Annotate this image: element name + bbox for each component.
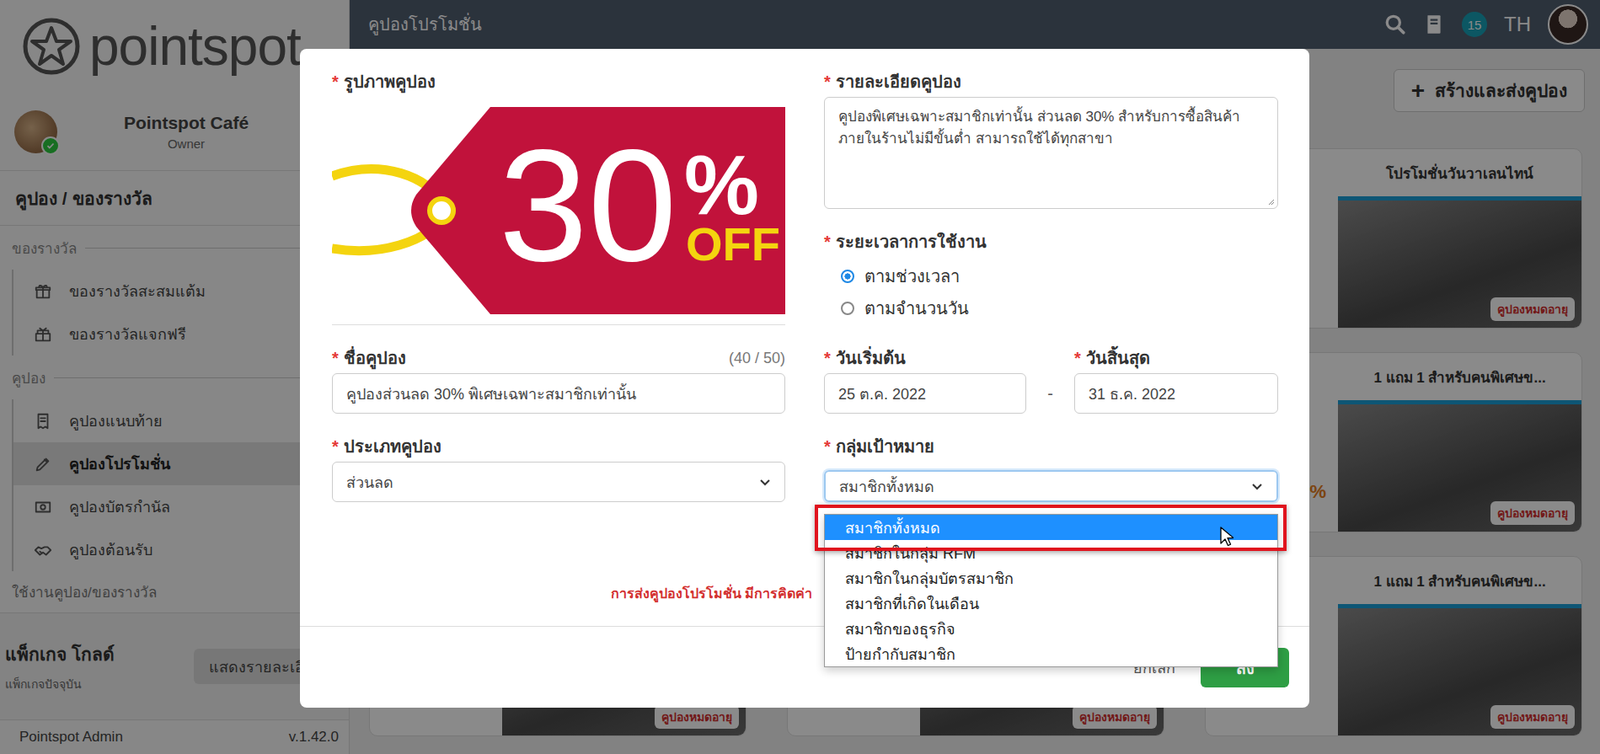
field-label: *วันสิ้นสุด — [1074, 348, 1279, 368]
target-field: *กลุ่มเป้าหมายสมาชิกทั้งหมดสมาชิกทั้งหมด… — [824, 437, 1279, 503]
coupon-image[interactable]: 30%OFF — [331, 107, 786, 315]
dropdown-option[interactable]: สมาชิกในกลุ่ม RFM — [824, 540, 1278, 566]
svg-text:OFF: OFF — [685, 217, 781, 271]
radio-circle — [840, 269, 855, 284]
date-separator: - — [1026, 373, 1075, 414]
radio-label: ตามจำนวนวัน — [864, 294, 969, 322]
char-counter: (40 / 50) — [728, 348, 786, 368]
dropdown-option[interactable]: สมาชิกทั้งหมด — [824, 514, 1278, 541]
field-label: *กลุ่มเป้าหมาย — [824, 437, 1279, 456]
name-field: *ชื่อคูปอง(40 / 50) คูปองส่วนลด 30% พิเศษ… — [331, 348, 786, 414]
period-radio-group: ตามช่วงเวลาตามจำนวนวัน — [824, 262, 1279, 322]
radio-label: ตามช่วงเวลา — [864, 262, 960, 290]
mouse-cursor-icon — [1220, 526, 1234, 547]
image-divider — [331, 324, 786, 326]
svg-text:30: 30 — [498, 115, 677, 295]
right-column: *รายละเอียดคูปองคูปองพิเศษเฉพาะสมาชิกเท่… — [824, 72, 1279, 503]
type-select[interactable]: ส่วนลด — [331, 461, 786, 503]
dropdown-option[interactable]: สมาชิกของธุรกิจ — [824, 615, 1278, 642]
field-label: *วันเริ่มต้น — [824, 348, 1027, 368]
field-label: *ประเภทคูปอง — [331, 437, 786, 456]
start-date-input[interactable]: 25 ต.ค. 2022 — [824, 373, 1027, 414]
highlight-box — [814, 504, 1287, 552]
app-root: pointspotPointspot CaféOwnerคูปอง / ของร… — [0, 0, 1600, 754]
name-input[interactable]: คูปองส่วนลด 30% พิเศษเฉพาะสมาชิกเท่านั้น — [331, 373, 786, 414]
dropdown-option[interactable]: ป้ายกำกับสมาชิก — [824, 641, 1278, 667]
left-column: *รูปภาพคูปอง 30%OFF *ชื่อคูปอง(40 / 50) คูป… — [331, 72, 786, 503]
radio-circle — [840, 301, 855, 316]
type-field: *ประเภทคูปองส่วนลด — [331, 437, 786, 503]
field-label: *รูปภาพคูปอง — [331, 72, 786, 91]
coupon-dialog: *รูปภาพคูปอง 30%OFF *ชื่อคูปอง(40 / 50) คูป… — [299, 48, 1310, 708]
end-date-field: *วันสิ้นสุด 31 ธ.ค. 2022 — [1074, 348, 1279, 414]
discount-tag-icon: 30%OFF — [331, 107, 786, 315]
target-select-wrap: สมาชิกทั้งหมดสมาชิกทั้งหมดสมาชิกในกลุ่ม … — [824, 470, 1279, 503]
target-select[interactable]: สมาชิกทั้งหมด — [824, 470, 1279, 503]
dialog-body: *รูปภาพคูปอง 30%OFF *ชื่อคูปอง(40 / 50) คูป… — [299, 48, 1310, 503]
field-label: *ระยะเวลาการใช้งาน — [824, 232, 1279, 252]
radio-option[interactable]: ตามช่วงเวลา — [824, 262, 1279, 290]
chevron-down-icon — [759, 476, 771, 488]
resize-handle-icon[interactable] — [1266, 197, 1275, 206]
start-date-field: *วันเริ่มต้น 25 ต.ค. 2022 — [824, 348, 1027, 414]
end-date-input[interactable]: 31 ธ.ค. 2022 — [1074, 373, 1279, 414]
dropdown-option[interactable]: สมาชิกในกลุ่มบัตรสมาชิก — [824, 565, 1278, 591]
field-label: *ชื่อคูปอง(40 / 50) — [331, 348, 786, 368]
date-range: *วันเริ่มต้น 25 ต.ค. 2022- *วันสิ้นสุด 31 ธ… — [824, 348, 1279, 414]
field-label: *รายละเอียดคูปอง — [824, 72, 1279, 91]
dropdown-option[interactable]: สมาชิกที่เกิดในเดือน — [824, 590, 1278, 616]
target-dropdown: สมาชิกทั้งหมดสมาชิกในกลุ่ม RFMสมาชิกในกล… — [824, 513, 1279, 668]
details-textarea[interactable]: คูปองพิเศษเฉพาะสมาชิกเท่านั้น ส่วนลด 30%… — [824, 96, 1279, 209]
radio-option[interactable]: ตามจำนวนวัน — [824, 294, 1279, 322]
chevron-down-icon — [1251, 480, 1263, 493]
